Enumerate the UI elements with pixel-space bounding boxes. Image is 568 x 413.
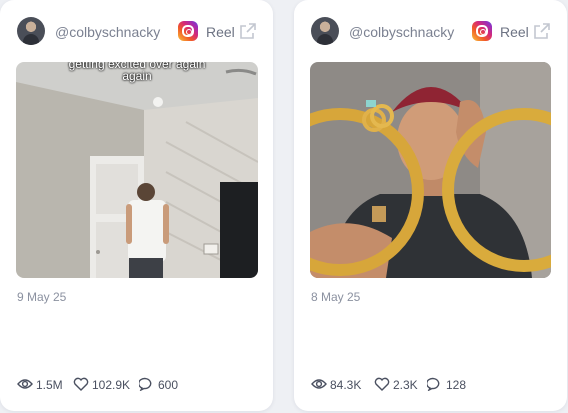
instagram-icon	[472, 21, 492, 41]
likes-count: 102.9K	[92, 378, 131, 392]
comment-icon	[139, 377, 152, 391]
heart-icon	[73, 377, 89, 391]
likes-count: 2.3K	[393, 378, 418, 392]
avatar[interactable]	[17, 17, 45, 45]
avatar[interactable]	[311, 17, 339, 45]
eye-icon	[311, 379, 327, 389]
post-card[interactable]: @colbyschnacky Reel	[0, 0, 273, 411]
views-count: 1.5M	[36, 378, 63, 392]
external-link-icon[interactable]	[238, 21, 258, 41]
post-type-label: Reel	[206, 24, 235, 40]
eye-icon	[17, 379, 33, 389]
post-date: 8 May 25	[311, 290, 361, 304]
caption-line: again	[122, 69, 152, 83]
comments-count: 128	[446, 378, 467, 392]
thumbnail-image	[310, 62, 551, 278]
views-count: 84.3K	[330, 378, 362, 392]
post-header: @colbyschnacky Reel	[311, 17, 553, 47]
instagram-icon	[178, 21, 198, 41]
external-link-icon[interactable]	[532, 21, 552, 41]
comments-count: 600	[158, 378, 179, 392]
comment-icon	[427, 377, 440, 391]
account-handle[interactable]: @colbyschnacky	[349, 24, 454, 40]
account-handle[interactable]: @colbyschnacky	[55, 24, 160, 40]
heart-icon	[374, 377, 390, 391]
post-thumbnail[interactable]	[310, 62, 551, 278]
thumbnail-image	[16, 62, 258, 278]
post-header: @colbyschnacky Reel	[17, 17, 259, 47]
post-date: 9 May 25	[17, 290, 67, 304]
post-thumbnail[interactable]: getting excited over again again	[16, 62, 258, 278]
post-card[interactable]: @colbyschnacky Reel	[294, 0, 567, 411]
video-caption: getting excited over again again	[16, 62, 258, 82]
post-type-label: Reel	[500, 24, 529, 40]
